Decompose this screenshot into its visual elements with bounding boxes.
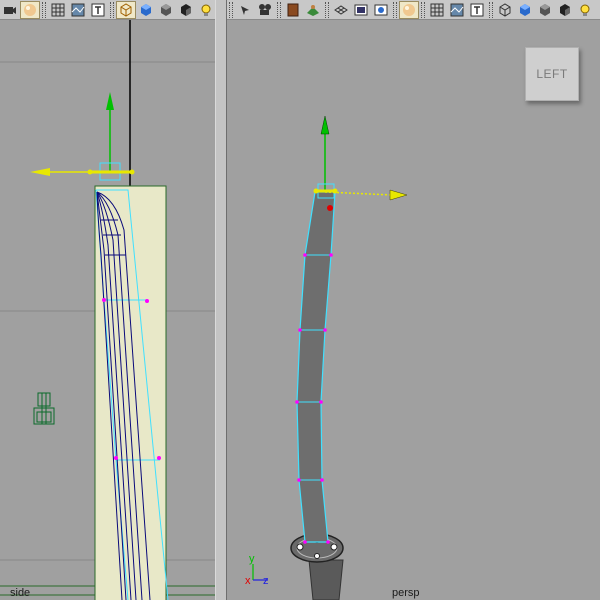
persp-view-toolbar: [227, 0, 600, 20]
lights-cube-icon[interactable]: [556, 2, 574, 18]
film-camera-icon[interactable]: [256, 2, 274, 18]
toolbar-separator: [229, 1, 233, 18]
manip-z-arrow: [30, 168, 50, 176]
select-camera-icon[interactable]: [236, 2, 254, 18]
bookmark-icon[interactable]: [284, 2, 302, 18]
toolbar-separator: [277, 1, 281, 18]
light-bulb-icon[interactable]: [576, 2, 594, 18]
toolbar-separator: [325, 1, 329, 18]
axis-triad: y x z: [245, 553, 269, 587]
viewport-label-side: side: [10, 587, 31, 599]
sphere-shaded-icon[interactable]: [399, 0, 419, 19]
flat-shade-cube-icon[interactable]: [536, 2, 554, 18]
manip-y-arrow: [106, 92, 114, 110]
persp-scene: [290, 115, 408, 600]
text-icon[interactable]: [89, 2, 107, 18]
smooth-shade-cube-icon[interactable]: [137, 2, 155, 18]
manip-x-arrow: [389, 189, 408, 201]
camera-icon[interactable]: [1, 2, 19, 18]
flat-shade-cube-icon[interactable]: [157, 2, 175, 18]
resolution-gate-icon[interactable]: [352, 2, 370, 18]
image-plane-icon[interactable]: [304, 2, 322, 18]
wireframe-cube-icon[interactable]: [496, 2, 514, 18]
light-bulb-icon[interactable]: [197, 2, 215, 18]
axis-x-label: x: [245, 575, 251, 587]
smooth-shade-cube-icon[interactable]: [516, 2, 534, 18]
side-viewport[interactable]: side: [0, 20, 215, 600]
texture-icon[interactable]: [448, 2, 466, 18]
toolbar-separator: [421, 1, 425, 18]
viewport-label-persp: persp: [392, 587, 420, 599]
image-plane: [94, 185, 167, 600]
wireframe-grid-icon[interactable]: [428, 2, 446, 18]
grid-icon[interactable]: [332, 2, 350, 18]
toolbar-separator: [489, 1, 493, 18]
move-manipulator: [30, 92, 135, 181]
lights-cube-icon[interactable]: [177, 2, 195, 18]
texture-icon[interactable]: [69, 2, 87, 18]
axis-z-label: z: [263, 575, 269, 587]
toolbar-separator: [110, 1, 114, 18]
axis-y-label: y: [249, 553, 255, 565]
camera-object-icon: [33, 392, 55, 425]
side-scene: [0, 20, 215, 600]
toolbar-separator: [42, 1, 46, 18]
view-cube-label: LEFT: [536, 67, 568, 81]
film-gate-icon[interactable]: [372, 2, 390, 18]
toolbar-separator: [393, 1, 397, 18]
sword-blade: [296, 191, 336, 543]
view-cube[interactable]: LEFT: [525, 47, 579, 101]
wireframe-grid-icon[interactable]: [49, 2, 67, 18]
persp-viewport[interactable]: LEFT y x z persp: [227, 20, 600, 600]
text-icon[interactable]: [468, 2, 486, 18]
side-view-toolbar: [0, 0, 215, 20]
sphere-shaded-icon[interactable]: [20, 0, 40, 19]
wireframe-cube-icon[interactable]: [116, 0, 136, 19]
sword-handle: [308, 559, 344, 600]
manip-y-arrow: [320, 115, 330, 135]
manip-z-handle: [327, 205, 333, 211]
panel-divider[interactable]: [215, 0, 227, 600]
